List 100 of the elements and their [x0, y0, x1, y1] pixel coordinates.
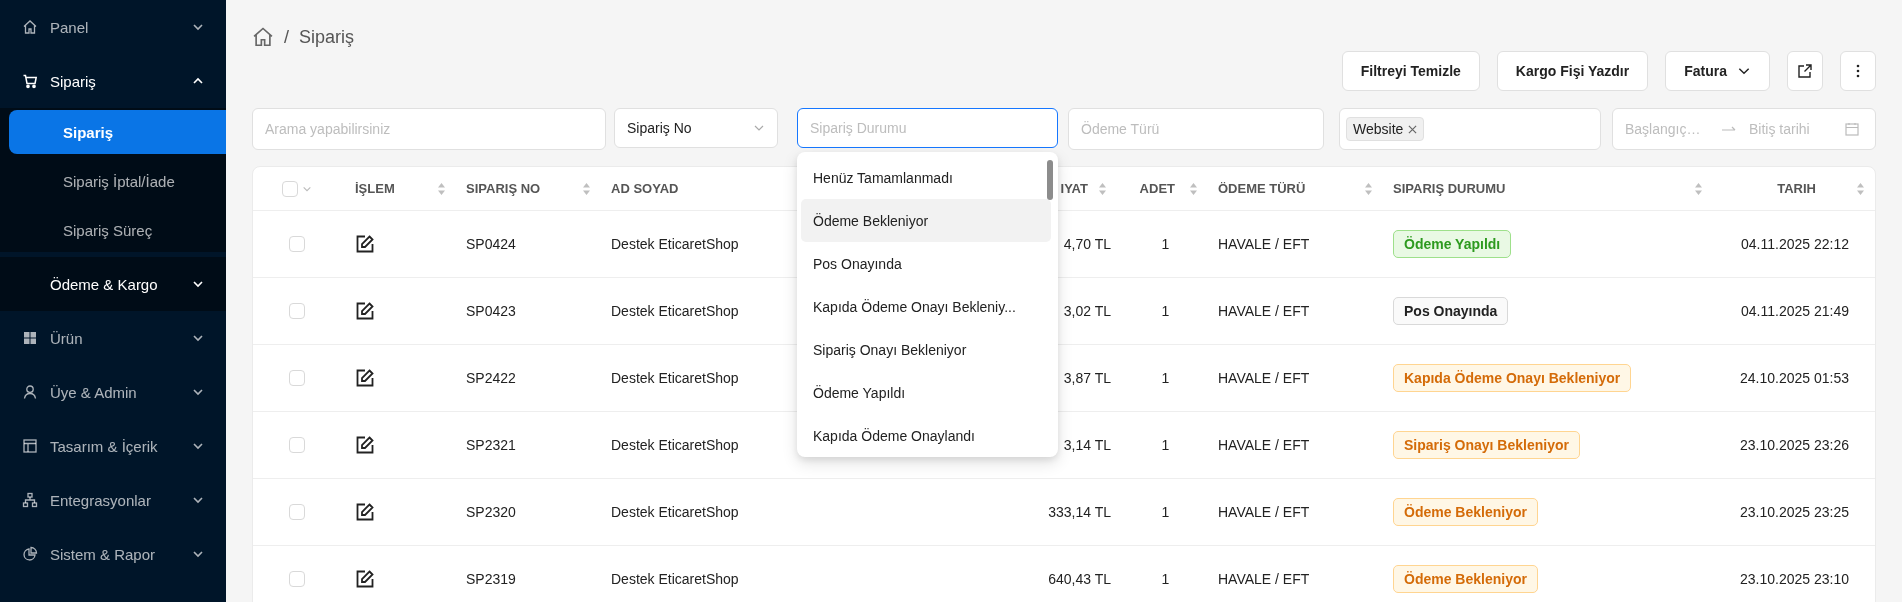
- table-cell: Destek EticaretShop: [611, 303, 739, 319]
- table-cell: HAVALE / EFT: [1218, 571, 1310, 587]
- dropdown-option[interactable]: Ödeme Bekleniyor: [801, 199, 1051, 242]
- table-cell: 1: [1161, 370, 1170, 386]
- dropdown-option[interactable]: Ödeme Yapıldı: [801, 371, 1051, 414]
- sidebar-menu-item[interactable]: Ödeme & Kargo: [0, 257, 226, 311]
- sidebar-menu-item[interactable]: Panel: [0, 0, 226, 54]
- sort-icon[interactable]: [437, 181, 446, 196]
- table-cell: 1: [1161, 236, 1170, 252]
- home-icon[interactable]: [252, 26, 274, 48]
- edit-icon[interactable]: [355, 435, 375, 455]
- breadcrumb-current: Sipariş: [299, 26, 355, 48]
- export-button[interactable]: [1787, 51, 1823, 91]
- column-header[interactable]: ÖDEME TÜRÜ: [1218, 181, 1306, 196]
- table-cell: 333,14 TL: [1048, 504, 1111, 520]
- table-cell: 23.10.2025 23:26: [1740, 437, 1849, 453]
- edit-icon[interactable]: [355, 234, 375, 254]
- column-header[interactable]: IYAT: [1060, 181, 1088, 196]
- table-cell: Destek EticaretShop: [611, 571, 739, 587]
- table-cell: 1: [1161, 571, 1170, 587]
- edit-icon[interactable]: [355, 368, 375, 388]
- dropdown-option[interactable]: Kapıda Ödeme Onaylandı: [801, 414, 1051, 457]
- date-range-field[interactable]: Başlangıç… Bitiş tarihi: [1612, 108, 1876, 150]
- column-header[interactable]: ADET: [1139, 181, 1175, 196]
- sidebar-menu-item[interactable]: Tasarım & İçerik: [0, 419, 226, 473]
- sidebar-menu-item[interactable]: Üye & Admin: [0, 365, 226, 419]
- table-cell: Destek EticaretShop: [611, 236, 739, 252]
- table-cell: SP2321: [466, 437, 516, 453]
- table-cell: 3,87 TL: [1063, 370, 1111, 386]
- table-cell: 1: [1161, 437, 1170, 453]
- sidebar-submenu-item[interactable]: Sipariş İptal/İade: [9, 159, 226, 203]
- sidebar-menu-item[interactable]: Sipariş: [0, 54, 226, 108]
- sidebar-menu-item[interactable]: Ürün: [0, 311, 226, 365]
- chevron-down-icon: [192, 548, 204, 560]
- arrow-right-icon: [1721, 125, 1737, 133]
- sidebar-submenu-item[interactable]: Sipariş Süreç: [9, 208, 226, 252]
- sidebar-menu-item[interactable]: Entegrasyonlar: [0, 473, 226, 527]
- table-cell: 04.11.2025 21:49: [1741, 303, 1849, 319]
- sidebar-submenu-item[interactable]: Sipariş: [9, 110, 226, 154]
- more-button[interactable]: [1840, 51, 1876, 91]
- table-cell: SP2319: [466, 571, 516, 587]
- hierarchy-icon: [22, 492, 38, 508]
- dropdown-option[interactable]: Kapıda Ödeme Onayı Bekleniy...: [801, 285, 1051, 328]
- table-cell: 1: [1161, 303, 1170, 319]
- status-tag: Sipariş Onayı Bekleniyor: [1393, 431, 1580, 459]
- status-tag: Ödeme Bekleniyor: [1393, 498, 1538, 526]
- search-by-select[interactable]: Sipariş No: [614, 108, 778, 148]
- row-checkbox[interactable]: [289, 571, 305, 587]
- column-header[interactable]: SIPARIŞ DURUMU: [1393, 181, 1506, 196]
- table-cell: SP0424: [466, 236, 516, 252]
- status-tag: Kapıda Ödeme Onayı Bekleniyor: [1393, 364, 1632, 392]
- order-status-select[interactable]: Sipariş Durumu: [797, 108, 1058, 148]
- edit-icon[interactable]: [355, 569, 375, 589]
- column-header[interactable]: İŞLEM: [355, 181, 395, 196]
- row-checkbox[interactable]: [289, 236, 305, 252]
- dropdown-option[interactable]: Pos Onayında: [801, 242, 1051, 285]
- payment-type-select[interactable]: Ödeme Türü: [1068, 108, 1324, 150]
- table-cell: 23.10.2025 23:25: [1740, 504, 1849, 520]
- table-cell: 3,14 TL: [1063, 437, 1111, 453]
- column-header[interactable]: TARIH: [1777, 181, 1816, 196]
- channel-select[interactable]: Website: [1339, 108, 1601, 150]
- edit-icon[interactable]: [355, 301, 375, 321]
- table-cell: 04.11.2025 22:12: [1741, 236, 1849, 252]
- row-checkbox[interactable]: [289, 370, 305, 386]
- chevron-down-icon: [192, 494, 204, 506]
- toolbar-button[interactable]: Kargo Fişi Yazdır: [1496, 51, 1649, 91]
- home-icon: [22, 19, 38, 35]
- table-cell: Destek EticaretShop: [611, 370, 739, 386]
- row-checkbox[interactable]: [289, 504, 305, 520]
- invoice-dropdown-button[interactable]: Fatura: [1665, 51, 1770, 91]
- pie-chart-icon: [22, 546, 38, 562]
- column-header[interactable]: AD SOYAD: [611, 181, 679, 196]
- scrollbar-thumb[interactable]: [1047, 160, 1053, 200]
- table-cell: SP2422: [466, 370, 516, 386]
- table-cell: Destek EticaretShop: [611, 437, 739, 453]
- grid-icon: [22, 330, 38, 346]
- select-all-checkbox[interactable]: [282, 180, 298, 197]
- table-cell: HAVALE / EFT: [1218, 437, 1310, 453]
- dropdown-option[interactable]: Sipariş Onayı Bekleniyor: [801, 328, 1051, 371]
- edit-icon[interactable]: [355, 502, 375, 522]
- close-icon[interactable]: [1408, 124, 1418, 134]
- table-cell: 23.10.2025 23:10: [1740, 571, 1849, 587]
- sidebar-menu-item[interactable]: Sistem & Rapor: [0, 527, 226, 581]
- more-vertical-icon: [1856, 64, 1860, 78]
- breadcrumb-separator: /: [284, 26, 289, 48]
- sort-icon[interactable]: [1856, 181, 1865, 196]
- column-header[interactable]: SIPARIŞ NO: [466, 181, 541, 196]
- toolbar-button[interactable]: Filtreyi Temizle: [1341, 51, 1480, 91]
- sort-icon[interactable]: [582, 181, 591, 196]
- sort-icon[interactable]: [1694, 181, 1703, 196]
- cart-icon: [22, 73, 38, 89]
- sort-icon[interactable]: [1189, 181, 1198, 196]
- table-cell: HAVALE / EFT: [1218, 236, 1310, 252]
- search-field[interactable]: Arama yapabilirsiniz: [252, 108, 606, 150]
- user-icon: [22, 384, 38, 400]
- row-checkbox[interactable]: [289, 437, 305, 453]
- row-checkbox[interactable]: [289, 303, 305, 319]
- sort-icon[interactable]: [1364, 181, 1373, 196]
- sort-icon[interactable]: [1098, 181, 1107, 196]
- dropdown-option[interactable]: Henüz Tamamlanmadı: [801, 156, 1051, 199]
